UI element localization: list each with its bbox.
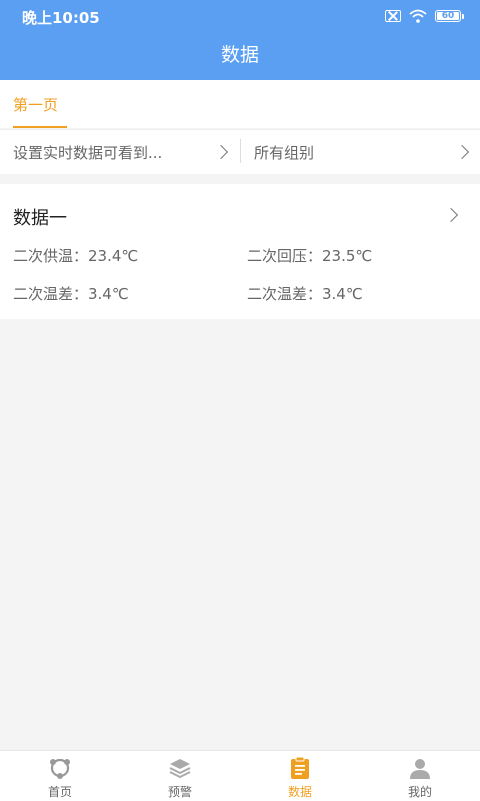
nav-alerts[interactable]: 预警: [120, 751, 240, 801]
card-title: 数据一: [13, 208, 67, 229]
nav-label: 我的: [407, 785, 432, 799]
chevron-right-icon[interactable]: [443, 207, 459, 223]
realtime-data-filter[interactable]: 设置实时数据可看到...: [13, 142, 162, 163]
user-icon: [410, 759, 430, 779]
nav-label: 首页: [47, 785, 72, 799]
status-time: 晚上10:05: [22, 9, 100, 27]
tab-active-indicator: [13, 126, 67, 128]
tab-strip: 第一页: [0, 80, 480, 128]
wifi-icon: [409, 9, 427, 23]
header-bar: 晚上10:05 60 数据: [0, 0, 480, 80]
nav-home[interactable]: 首页: [0, 751, 120, 801]
card-field: 二次供温：23.4℃: [13, 247, 139, 265]
chevron-right-icon[interactable]: [213, 144, 229, 160]
home-icon: [50, 758, 70, 779]
nav-profile[interactable]: 我的: [360, 751, 480, 801]
nav-data[interactable]: 数据: [240, 751, 360, 801]
card-field: 二次回压：23.5℃: [247, 247, 373, 265]
page-title: 数据: [220, 44, 259, 66]
filter-divider: [240, 139, 241, 163]
status-icons: 60: [385, 8, 464, 24]
layers-icon: [169, 759, 191, 779]
filter-row: 设置实时数据可看到... 所有组别: [0, 129, 480, 174]
tab-page-one[interactable]: 第一页: [13, 94, 58, 115]
nav-label: 预警: [167, 785, 192, 799]
group-filter[interactable]: 所有组别: [254, 142, 314, 163]
bottom-nav: 首页 预警 数据 我的: [0, 750, 480, 801]
clipboard-icon: [291, 757, 309, 779]
battery-icon: 60: [435, 10, 464, 22]
no-sim-icon: [385, 10, 401, 22]
battery-level: 60: [437, 12, 459, 21]
nav-label: 数据: [287, 785, 312, 799]
chevron-right-icon[interactable]: [454, 144, 470, 160]
status-bar: 晚上10:05 60: [0, 0, 480, 32]
card-field: 二次温差：3.4℃: [247, 285, 363, 303]
card-field: 二次温差：3.4℃: [13, 285, 129, 303]
data-card[interactable]: 数据一 二次供温：23.4℃ 二次回压：23.5℃ 二次温差：3.4℃ 二次温差…: [0, 184, 480, 319]
